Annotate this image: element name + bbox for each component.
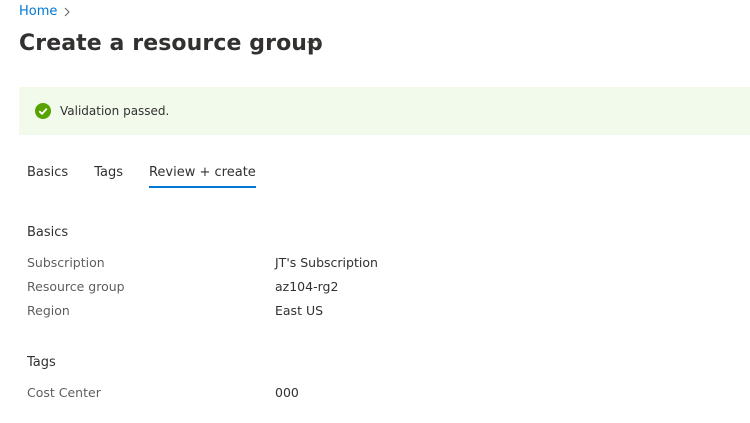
row-value: 000: [275, 385, 299, 400]
validation-message: Validation passed.: [60, 104, 170, 118]
row-label: Subscription: [27, 255, 105, 270]
row-label: Resource group: [27, 279, 125, 294]
more-options-button[interactable]: ···: [306, 35, 322, 51]
validation-banner: Validation passed.: [19, 87, 750, 135]
row-label: Region: [27, 303, 70, 318]
chevron-right-icon: [63, 7, 71, 17]
row-label: Cost Center: [27, 385, 101, 400]
success-check-icon: [35, 103, 51, 119]
page-title: Create a resource group: [19, 31, 323, 56]
tab-tags[interactable]: Tags: [94, 165, 123, 188]
create-resource-group-page: Home Create a resource group ··· Validat…: [0, 0, 750, 423]
wizard-tabs: Basics Tags Review + create: [27, 165, 282, 188]
breadcrumb-home-link[interactable]: Home: [19, 4, 57, 19]
row-value: az104-rg2: [275, 279, 339, 294]
tab-basics[interactable]: Basics: [27, 165, 68, 188]
row-value: East US: [275, 303, 324, 318]
tab-review-create[interactable]: Review + create: [148, 165, 256, 188]
basics-section-title: Basics: [27, 225, 69, 240]
row-value: JT's Subscription: [275, 255, 378, 270]
tags-section-title: Tags: [27, 355, 56, 370]
breadcrumb: Home: [19, 4, 71, 19]
